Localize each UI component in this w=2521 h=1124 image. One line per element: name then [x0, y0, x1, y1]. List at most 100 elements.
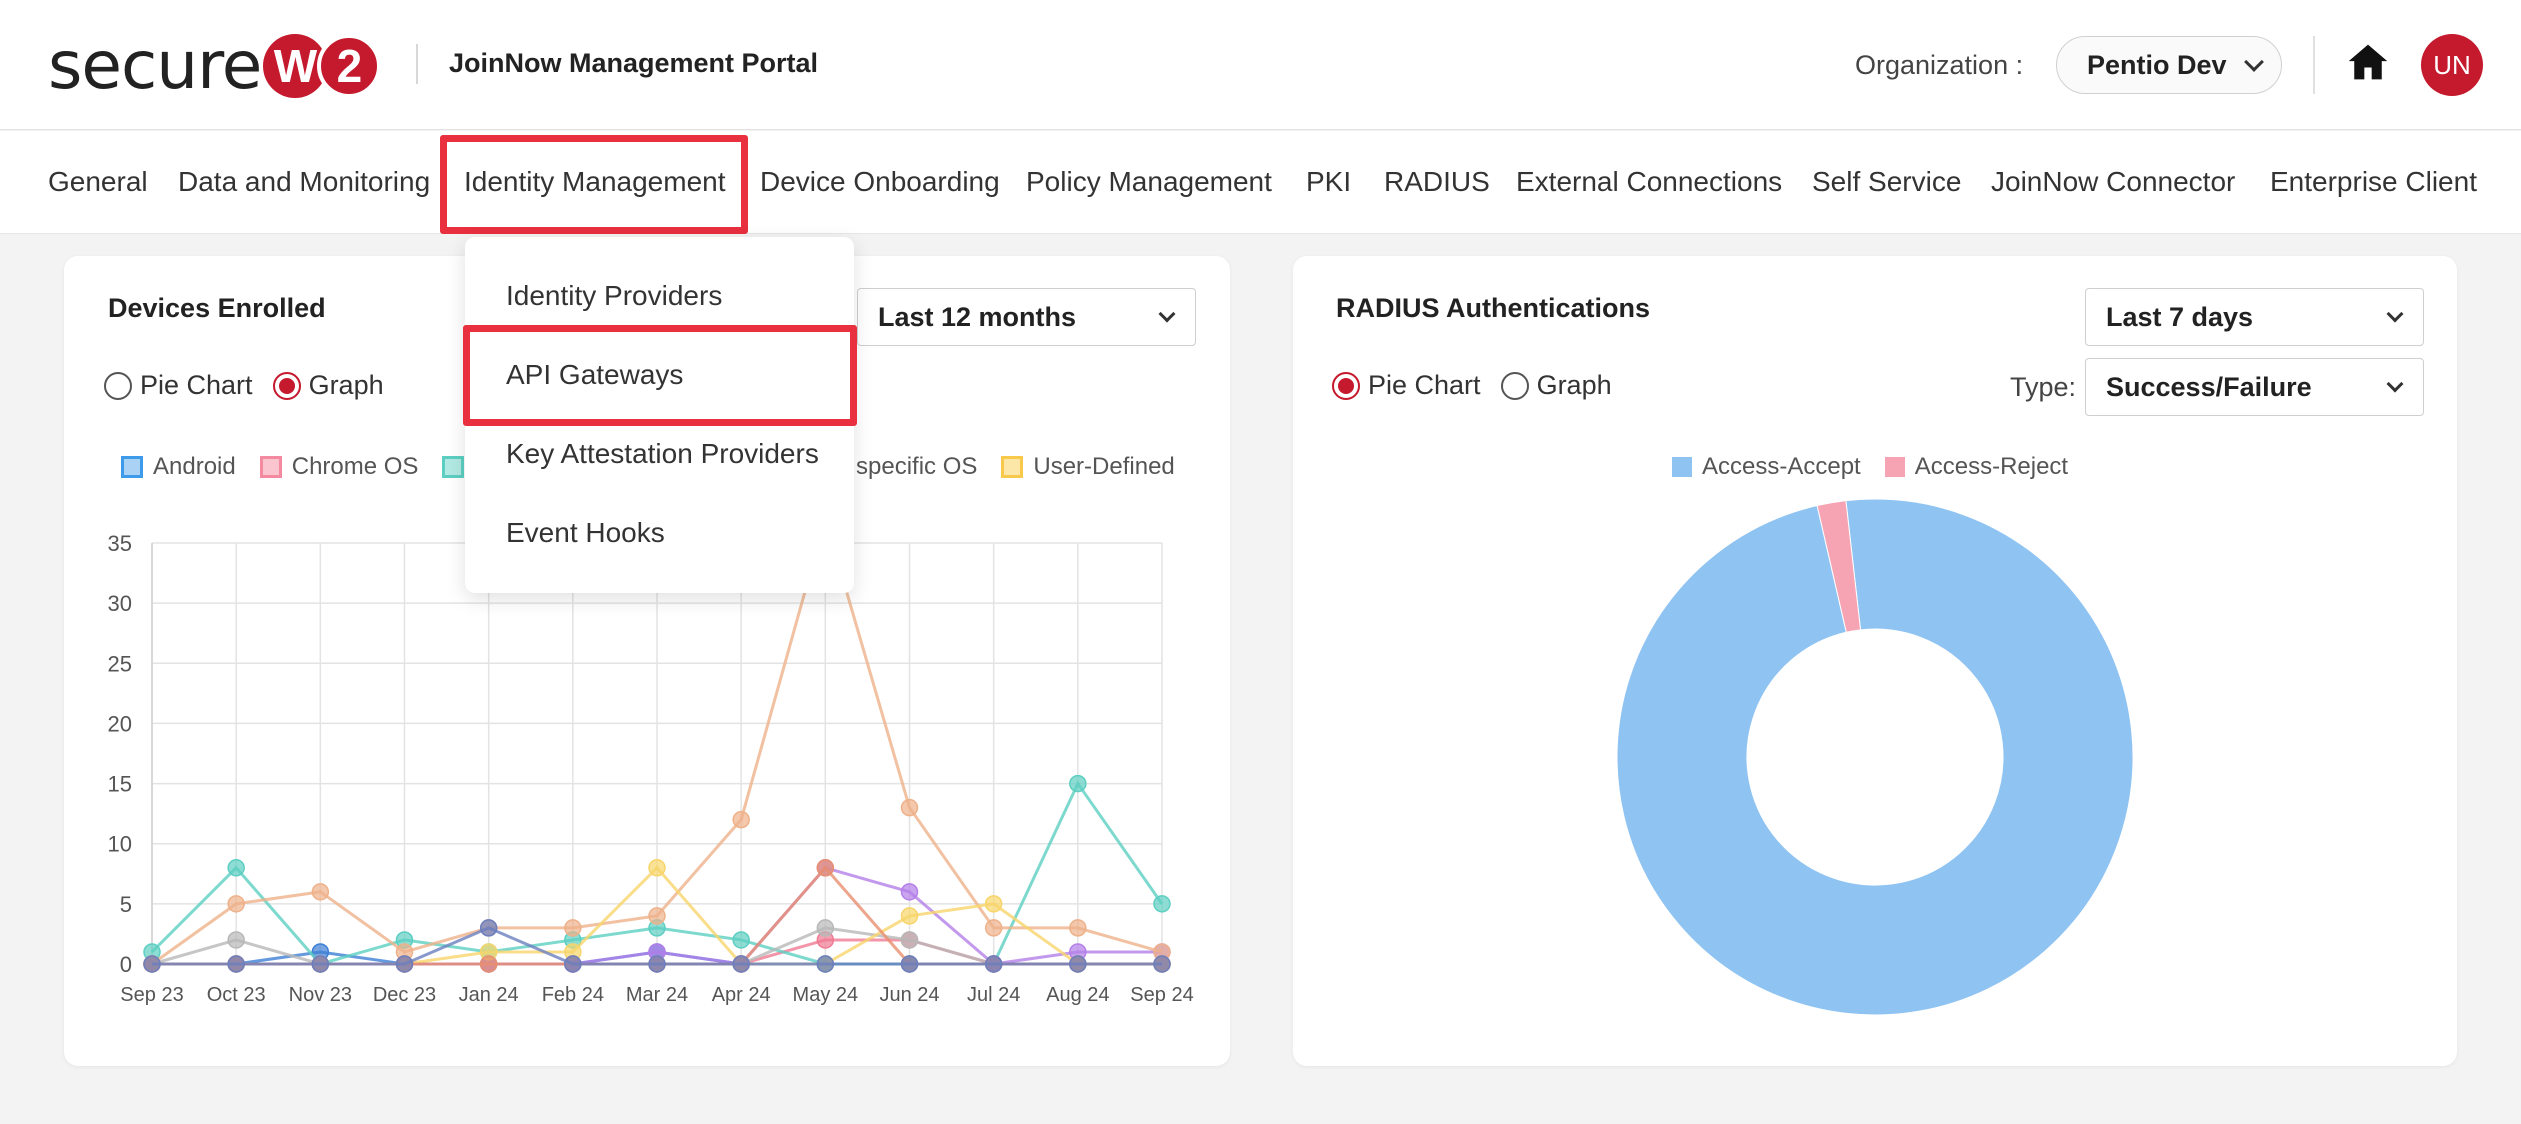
radius-range-select[interactable]: Last 7 days [2085, 288, 2424, 346]
data-point [648, 907, 666, 925]
type-value: Success/Failure [2106, 371, 2312, 402]
data-point [227, 931, 245, 949]
pie-chart-radio-label: Pie Chart [1368, 370, 1481, 400]
data-point [648, 955, 666, 973]
devices-legend-left: Android Chrome OS [121, 453, 498, 481]
legend-label: Android [153, 453, 236, 480]
securew2-logo[interactable]: secure W 2 [48, 27, 382, 104]
pie-chart-radio-label: Pie Chart [140, 370, 253, 400]
data-point [900, 883, 919, 901]
legend-item[interactable]: specific OS [856, 453, 977, 481]
data-point [816, 955, 835, 973]
user-avatar[interactable]: UN [2421, 34, 2483, 96]
legend-item[interactable]: Android [121, 453, 236, 481]
legend-label: Access-Accept [1702, 453, 1861, 480]
data-point [900, 798, 919, 817]
devices-enrolled-title: Devices Enrolled [108, 293, 326, 323]
nav-external-connections[interactable]: External Connections [1516, 166, 1782, 198]
y-tick-label: 25 [108, 651, 132, 676]
data-point [143, 955, 161, 973]
type-label: Type: [2010, 372, 2077, 402]
x-tick-label: Mar 24 [626, 984, 688, 1006]
legend-swatch [1001, 456, 1024, 478]
menu-item-key-attestation-providers[interactable]: Key Attestation Providers [506, 438, 819, 470]
chevron-down-icon [2244, 52, 2264, 72]
legend-swatch [442, 456, 465, 478]
nav-data-and-monitoring[interactable]: Data and Monitoring [178, 166, 430, 198]
header-divider [416, 44, 418, 84]
legend-swatch [1884, 457, 1905, 477]
home-icon[interactable] [2346, 40, 2390, 84]
data-point [227, 955, 245, 973]
nav-self-service[interactable]: Self Service [1812, 166, 1961, 198]
data-point [1153, 955, 1171, 973]
data-point [227, 859, 245, 877]
legend-item[interactable]: Access-Accept [1672, 453, 1861, 481]
y-tick-label: 5 [120, 892, 132, 917]
legend-label: Chrome OS [291, 453, 419, 480]
nav-joinnow-connector[interactable]: JoinNow Connector [1991, 166, 2235, 198]
nav-radius[interactable]: RADIUS [1384, 166, 1490, 198]
data-point [648, 859, 666, 877]
nav-enterprise-client[interactable]: Enterprise Client [2270, 166, 2477, 198]
legend-item[interactable]: Chrome OS [259, 453, 419, 481]
devices-legend-right: specific OS User-Defined [856, 453, 1199, 481]
radius-range-value: Last 7 days [2106, 301, 2254, 332]
y-tick-label: 10 [108, 832, 132, 857]
graph-radio-label: Graph [308, 370, 384, 400]
y-tick-label: 0 [120, 952, 132, 977]
legend-item[interactable]: Access-Reject [1884, 453, 2069, 481]
header-divider [2313, 36, 2315, 94]
devices-line-chart: 0 5 10 15 20 25 30 35 Sep 23 Oct 23 Nov 23 Dec 23 Ja… [108, 531, 1194, 1006]
x-tick-label: Jul 24 [967, 984, 1020, 1006]
data-point [227, 895, 245, 913]
x-tick-label: May 24 [793, 984, 859, 1006]
x-tick-label: Feb 24 [542, 984, 604, 1006]
legend-label: User-Defined [1033, 453, 1175, 480]
data-point [732, 955, 750, 973]
x-tick-label: Sep 24 [1130, 984, 1193, 1006]
organization-value: Pentio Dev [2087, 49, 2227, 80]
legend-label: Access-Reject [1914, 453, 2069, 480]
data-point [900, 931, 919, 949]
nav-device-onboarding[interactable]: Device Onboarding [760, 166, 1000, 198]
graph-radio[interactable] [1500, 371, 1529, 400]
devices-range-select[interactable]: Last 12 months [857, 288, 1196, 346]
pie-chart-radio[interactable] [104, 371, 132, 400]
nav-policy-management[interactable]: Policy Management [1026, 166, 1272, 198]
logo-2-badge: 2 [317, 34, 382, 98]
pie-chart-radio[interactable] [1332, 371, 1360, 400]
radius-title: RADIUS Authentications [1336, 293, 1651, 323]
chevron-down-icon [2386, 305, 2404, 323]
chevron-down-icon [2386, 375, 2404, 393]
nav-general[interactable]: General [48, 166, 148, 198]
type-select[interactable]: Success/Failure [2085, 358, 2424, 416]
legend-item[interactable]: User-Defined [1001, 453, 1175, 481]
x-tick-label: Oct 23 [207, 984, 266, 1006]
data-point [984, 955, 1003, 973]
logo-text: secure [48, 27, 262, 104]
data-point [1069, 955, 1087, 973]
dropdown-highlight-box [463, 325, 857, 426]
data-point [479, 919, 498, 937]
donut-slice [1616, 498, 2134, 1016]
data-point [984, 895, 1003, 913]
nav-pki[interactable]: PKI [1306, 166, 1351, 198]
x-tick-label: Aug 24 [1046, 984, 1109, 1006]
organization-select[interactable]: Pentio Dev [2056, 36, 2282, 94]
data-point [1153, 895, 1171, 913]
legend-swatch [259, 456, 282, 478]
x-tick-label: Apr 24 [712, 984, 771, 1006]
data-point [900, 955, 919, 973]
data-point [732, 810, 750, 829]
graph-radio[interactable] [272, 371, 301, 400]
menu-item-identity-providers[interactable]: Identity Providers [506, 280, 722, 312]
data-point [1069, 919, 1087, 937]
data-point [311, 955, 330, 973]
top-header: secure W 2 JoinNow Management Portal Org… [0, 0, 2521, 130]
radius-view-toggle: Pie Chart Graph [1332, 370, 1612, 401]
organization-label: Organization : [1855, 50, 2024, 80]
x-tick-label: Nov 23 [289, 984, 352, 1006]
data-point [816, 919, 835, 937]
menu-item-event-hooks[interactable]: Event Hooks [506, 517, 665, 549]
